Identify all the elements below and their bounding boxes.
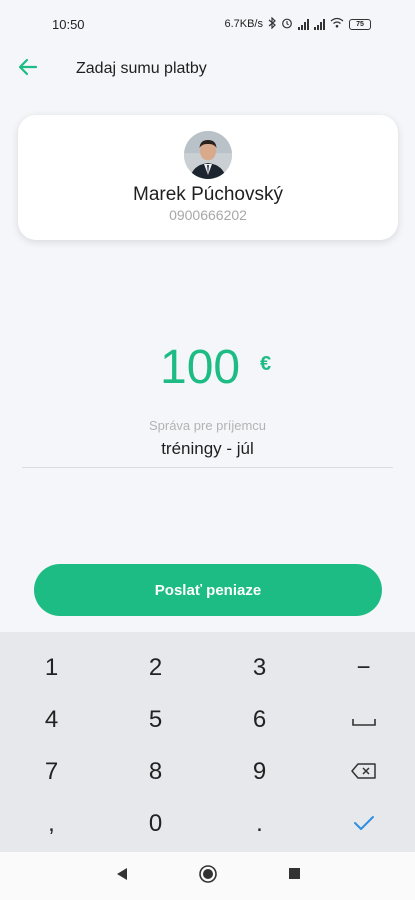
header: Zadaj sumu platby <box>0 48 415 90</box>
status-time: 10:50 <box>52 16 85 32</box>
key-4[interactable]: 4 <box>0 694 103 746</box>
key-backspace[interactable] <box>312 746 415 798</box>
status-bar: 10:50 6.7KB/s 75 <box>0 0 415 48</box>
nav-recents-button[interactable] <box>282 864 306 888</box>
recents-square-icon <box>288 867 301 885</box>
home-circle-icon <box>198 864 218 889</box>
network-speed: 6.7KB/s <box>224 18 263 30</box>
key-2[interactable]: 2 <box>104 642 207 694</box>
signal-icon <box>298 18 309 30</box>
message-underline <box>22 467 393 468</box>
key-8[interactable]: 8 <box>104 746 207 798</box>
page-title: Zadaj sumu platby <box>76 60 207 77</box>
currency-symbol: € <box>260 353 272 375</box>
recipient-card: Marek Púchovský 0900666202 <box>18 115 398 240</box>
key-9[interactable]: 9 <box>208 746 311 798</box>
alarm-icon <box>281 17 293 32</box>
recipient-phone: 0900666202 <box>169 207 247 223</box>
send-money-button[interactable]: Poslať peniaze <box>34 564 382 616</box>
key-minus[interactable]: − <box>312 642 415 694</box>
signal-icon <box>314 18 325 30</box>
key-3[interactable]: 3 <box>208 642 311 694</box>
nav-home-button[interactable] <box>196 864 220 888</box>
amount-display[interactable]: 100 € <box>0 340 415 400</box>
backspace-icon <box>350 758 377 786</box>
battery-icon: 75 <box>349 18 371 30</box>
recipient-name: Marek Púchovský <box>133 184 283 205</box>
system-nav-bar <box>0 852 415 900</box>
message-label: Správa pre príjemcu <box>148 418 267 433</box>
avatar <box>184 131 232 179</box>
key-5[interactable]: 5 <box>104 694 207 746</box>
wifi-icon <box>330 17 344 31</box>
key-1[interactable]: 1 <box>0 642 103 694</box>
key-6[interactable]: 6 <box>208 694 311 746</box>
key-dot[interactable]: . <box>208 798 311 850</box>
key-7[interactable]: 7 <box>0 746 103 798</box>
key-0[interactable]: 0 <box>104 798 207 850</box>
arrow-left-icon <box>18 58 38 81</box>
bluetooth-icon <box>268 16 276 32</box>
key-space[interactable] <box>312 694 415 746</box>
key-done[interactable] <box>312 798 415 850</box>
key-comma[interactable]: , <box>0 798 103 850</box>
numeric-keypad: 1 2 3 − 4 5 6 7 8 9 , 0 . <box>0 632 415 852</box>
status-icons: 6.7KB/s 75 <box>224 16 371 32</box>
message-field[interactable]: tréningy - júl <box>0 439 415 459</box>
space-icon <box>351 706 376 734</box>
back-button[interactable] <box>16 57 40 81</box>
back-triangle-icon <box>115 867 129 886</box>
nav-back-button[interactable] <box>110 864 134 888</box>
amount-value: 100 <box>160 341 241 394</box>
checkmark-icon <box>353 810 375 838</box>
